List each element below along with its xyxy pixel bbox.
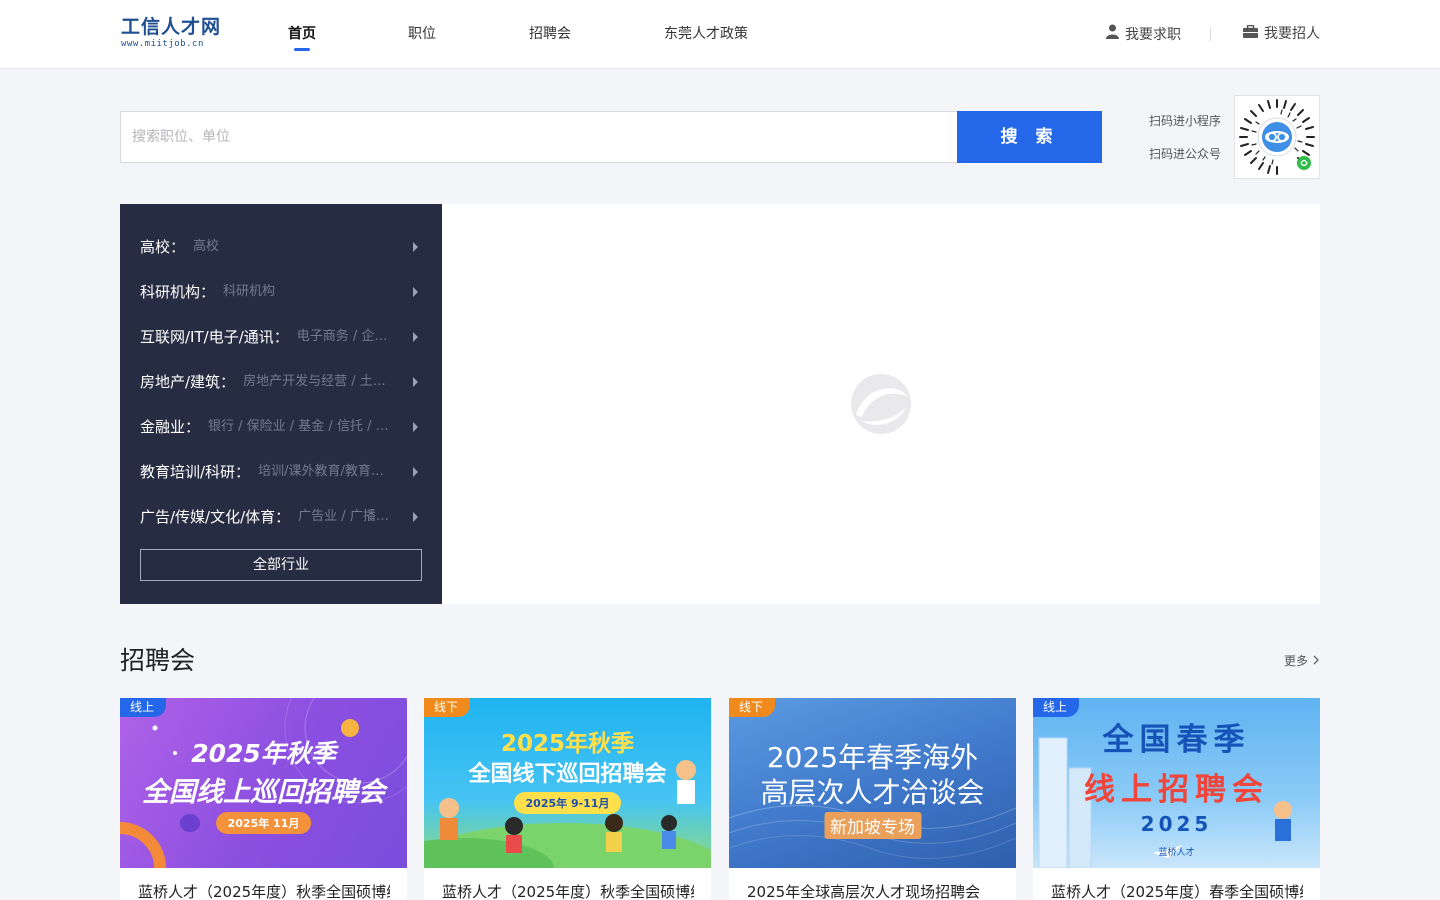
chevron-right-icon <box>413 242 418 252</box>
offline-badge: 线下 <box>729 698 776 717</box>
employer-label: 我要招人 <box>1264 26 1320 42</box>
industry-subcategories: 高校 <box>193 239 220 254</box>
top-header: 工信人才网 www.miitjob.cn 首页 职位 招聘会 东莞人才政策 我要… <box>0 0 1440 69</box>
nav-jobs-label: 职位 <box>408 26 436 42</box>
header-divider <box>1210 27 1211 41</box>
online-badge: 线上 <box>1033 698 1080 717</box>
chevron-right-icon <box>413 467 418 477</box>
job-fair-title: 蓝桥人才（2025年度）秋季全国硕博线上巡回招聘会 <box>138 883 390 900</box>
user-icon <box>1106 24 1119 45</box>
card-image-date: 2025年 11月 <box>215 812 312 834</box>
job-fair-title: 2025年全球高层次人才现场招聘会 <box>747 883 981 900</box>
nav-job-fairs-label: 招聘会 <box>529 26 571 42</box>
industry-item-media[interactable]: 广告/传媒/文化/体育： 广告业 / 广播电视 <box>140 505 422 529</box>
nav-home[interactable]: 首页 <box>288 24 316 51</box>
nav-dongguan-policy[interactable]: 东莞人才政策 <box>664 24 748 44</box>
qr-mini-program-label: 扫码进小程序 <box>1149 114 1222 128</box>
online-badge: 线上 <box>120 698 167 717</box>
job-fair-card[interactable]: 2025年秋季 全国线上巡回招聘会 2025年 11月 线上 蓝桥人才（2025… <box>120 698 407 900</box>
offline-badge: 线下 <box>424 698 471 717</box>
card-image-subheadline: 线上招聘会 <box>1084 772 1269 808</box>
industry-subcategories: 广告业 / 广播电视 <box>298 509 397 524</box>
job-fair-title: 蓝桥人才（2025年度）春季全国硕博线上招聘会 <box>1051 883 1303 900</box>
chevron-right-icon <box>413 422 418 432</box>
card-image-headline: 2025年秋季 <box>500 731 634 757</box>
job-fairs-more-link[interactable]: 更多 <box>1284 653 1320 669</box>
card-image-date: 新加坡专场 <box>824 812 921 839</box>
qr-official-account-label: 扫码进公众号 <box>1149 147 1222 161</box>
site-logo[interactable]: 工信人才网 www.miitjob.cn <box>121 16 221 56</box>
job-fair-card[interactable]: 2025年秋季 全国线下巡回招聘会 2025年 9-11月 线下 蓝桥人才（20… <box>424 698 711 900</box>
card-image-headline: 全国春季 <box>1102 722 1251 758</box>
qr-code <box>1234 95 1320 179</box>
nav-jobs[interactable]: 职位 <box>408 24 436 44</box>
mini-program-code-icon <box>1239 99 1315 175</box>
industry-name: 广告/传媒/文化/体育： <box>140 508 291 526</box>
card-image-subheadline: 全国线上巡回招聘会 <box>142 777 385 808</box>
industry-item-education[interactable]: 教育培训/科研： 培训/课外教育/教育辅助 <box>140 460 422 484</box>
chevron-right-icon <box>1312 654 1320 668</box>
industry-name: 金融业： <box>140 418 201 436</box>
industry-item-real-estate[interactable]: 房地产/建筑： 房地产开发与经营 / 土木工程 <box>140 370 422 394</box>
card-image-headline: 2025年秋季 <box>191 739 336 768</box>
card-image-subheadline: 全国线下巡回招聘会 <box>468 762 667 787</box>
logo-main-text: 工信人才网 <box>121 16 222 38</box>
nav-job-fairs[interactable]: 招聘会 <box>529 24 571 44</box>
employer-link[interactable]: 我要招人 <box>1243 24 1320 44</box>
banner-carousel[interactable] <box>442 204 1320 604</box>
card-image-date: 2025年 9-11月 <box>513 792 622 814</box>
search-button[interactable]: 搜 索 <box>957 111 1102 163</box>
job-fair-card[interactable]: 2025年春季海外 高层次人才洽谈会 新加坡专场 线下 2025年全球高层次人才… <box>729 698 1016 900</box>
industry-subcategories: 房地产开发与经营 / 土木工程 <box>243 374 396 389</box>
job-seeker-label: 我要求职 <box>1125 26 1181 43</box>
card-image-brand: 蓝桥人才 <box>1158 848 1195 858</box>
all-industries-button[interactable]: 全部行业 <box>140 549 422 581</box>
industry-subcategories: 培训/课外教育/教育辅助 <box>258 464 395 479</box>
search-input[interactable] <box>121 112 957 162</box>
industry-item-research[interactable]: 科研机构： 科研机构 <box>140 280 422 304</box>
job-fairs-section-title: 招聘会 <box>120 646 196 675</box>
loading-placeholder-icon <box>851 374 911 434</box>
industry-subcategories: 科研机构 <box>223 284 276 299</box>
card-image-date: 2025 <box>1140 812 1213 836</box>
job-fair-card[interactable]: 全国春季 线上招聘会 2025 蓝桥人才 线上 蓝桥人才（2025年度）春季全国… <box>1033 698 1320 900</box>
industry-name: 科研机构： <box>140 283 216 301</box>
job-fair-card-image: 2025年春季海外 高层次人才洽谈会 新加坡专场 <box>729 698 1016 868</box>
industry-subcategories: 电子商务 / 企业服务 / 游戏 <box>296 329 395 344</box>
chevron-right-icon <box>413 287 418 297</box>
nav-home-label: 首页 <box>288 26 316 42</box>
briefcase-icon <box>1243 24 1258 44</box>
industry-name: 高校： <box>140 238 186 256</box>
industry-name: 互联网/IT/电子/通讯： <box>140 328 289 346</box>
job-fair-card-image: 2025年秋季 全国线下巡回招聘会 2025年 9-11月 <box>424 698 711 868</box>
industry-name: 教育培训/科研： <box>140 463 251 481</box>
industry-item-internet-it[interactable]: 互联网/IT/电子/通讯： 电子商务 / 企业服务 / 游戏 <box>140 325 422 349</box>
industry-subcategories: 银行 / 保险业 / 基金 / 信托 / 证券 <box>208 419 397 434</box>
logo-url-text: www.miitjob.cn <box>121 39 204 49</box>
card-image-subheadline: 高层次人才洽谈会 <box>760 776 985 809</box>
card-image-headline: 2025年春季海外 <box>766 741 979 774</box>
industry-item-finance[interactable]: 金融业： 银行 / 保险业 / 基金 / 信托 / 证券 <box>140 415 422 439</box>
job-fair-card-image: 2025年秋季 全国线上巡回招聘会 2025年 11月 <box>120 698 407 868</box>
industry-menu: 高校： 高校 科研机构： 科研机构 互联网/IT/电子/通讯： 电子商务 / 企… <box>120 204 442 604</box>
nav-dongguan-policy-label: 东莞人才政策 <box>664 26 748 42</box>
job-seeker-link[interactable]: 我要求职 <box>1106 24 1181 45</box>
chevron-right-icon <box>413 332 418 342</box>
chevron-right-icon <box>413 377 418 387</box>
more-label: 更多 <box>1284 654 1309 668</box>
search-box <box>120 111 958 163</box>
job-fair-card-image: 全国春季 线上招聘会 2025 蓝桥人才 <box>1033 698 1320 868</box>
nav-active-indicator <box>294 48 310 51</box>
industry-item-universities[interactable]: 高校： 高校 <box>140 235 422 259</box>
chevron-right-icon <box>413 512 418 522</box>
job-fair-title: 蓝桥人才（2025年度）秋季全国硕博线下巡回招聘会 <box>442 883 694 900</box>
industry-name: 房地产/建筑： <box>140 373 236 391</box>
